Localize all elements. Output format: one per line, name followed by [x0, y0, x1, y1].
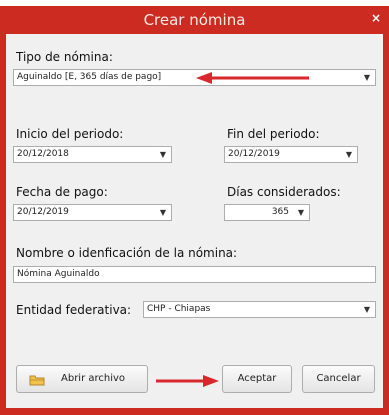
fin-periodo-value: 20/12/2019: [228, 149, 280, 159]
close-icon[interactable]: ×: [369, 11, 383, 25]
crear-nomina-dialog: Crear nómina × Tipo de nómina: Aguinaldo…: [0, 6, 389, 415]
inicio-periodo-value: 20/12/2018: [17, 149, 69, 159]
chevron-down-icon: ▼: [297, 208, 304, 217]
cancelar-button[interactable]: Cancelar: [302, 365, 375, 393]
tipo-nomina-value: Aguinaldo [E, 365 días de pago]: [17, 72, 162, 82]
aceptar-button[interactable]: Aceptar: [222, 365, 292, 393]
annotation-arrow-icon: [196, 72, 309, 84]
chevron-down-icon: ▼: [363, 73, 370, 82]
tipo-nomina-select[interactable]: Aguinaldo [E, 365 días de pago] ▼: [13, 69, 376, 86]
chevron-down-icon: ▼: [345, 150, 352, 159]
nombre-nomina-label: Nombre o idenficación de la nómina:: [16, 246, 238, 260]
nombre-nomina-input[interactable]: Nómina Aguinaldo: [13, 266, 376, 283]
fecha-pago-value: 20/12/2019: [17, 207, 69, 217]
annotation-arrow-icon: [156, 375, 219, 387]
fecha-pago-label: Fecha de pago:: [16, 185, 108, 199]
abrir-archivo-button[interactable]: Abrir archivo: [16, 365, 148, 393]
inicio-periodo-picker[interactable]: 20/12/2018 ▼: [13, 146, 172, 163]
fecha-pago-picker[interactable]: 20/12/2019 ▼: [13, 204, 172, 221]
dias-considerados-label: Días considerados:: [227, 185, 341, 199]
dialog-body: Tipo de nómina: Aguinaldo [E, 365 días d…: [6, 34, 383, 408]
tipo-nomina-label: Tipo de nómina:: [16, 50, 113, 64]
inicio-periodo-label: Inicio del periodo:: [16, 127, 124, 141]
title-bar: Crear nómina ×: [0, 6, 389, 34]
abrir-archivo-label: Abrir archivo: [61, 373, 126, 384]
entidad-federativa-label: Entidad federativa:: [16, 303, 132, 317]
entidad-federativa-select[interactable]: CHP - Chiapas ▼: [143, 301, 376, 318]
dias-considerados-select[interactable]: 365 ▼: [224, 204, 310, 221]
chevron-down-icon: ▼: [159, 208, 166, 217]
dialog-title: Crear nómina: [143, 11, 246, 29]
chevron-down-icon: ▼: [159, 150, 166, 159]
dias-considerados-value: 365: [271, 207, 289, 217]
entidad-federativa-value: CHP - Chiapas: [147, 304, 211, 314]
fin-periodo-label: Fin del periodo:: [227, 127, 320, 141]
folder-icon: [29, 375, 45, 386]
nombre-nomina-value: Nómina Aguinaldo: [17, 269, 100, 279]
chevron-down-icon: ▼: [363, 305, 370, 314]
fin-periodo-picker[interactable]: 20/12/2019 ▼: [224, 146, 358, 163]
